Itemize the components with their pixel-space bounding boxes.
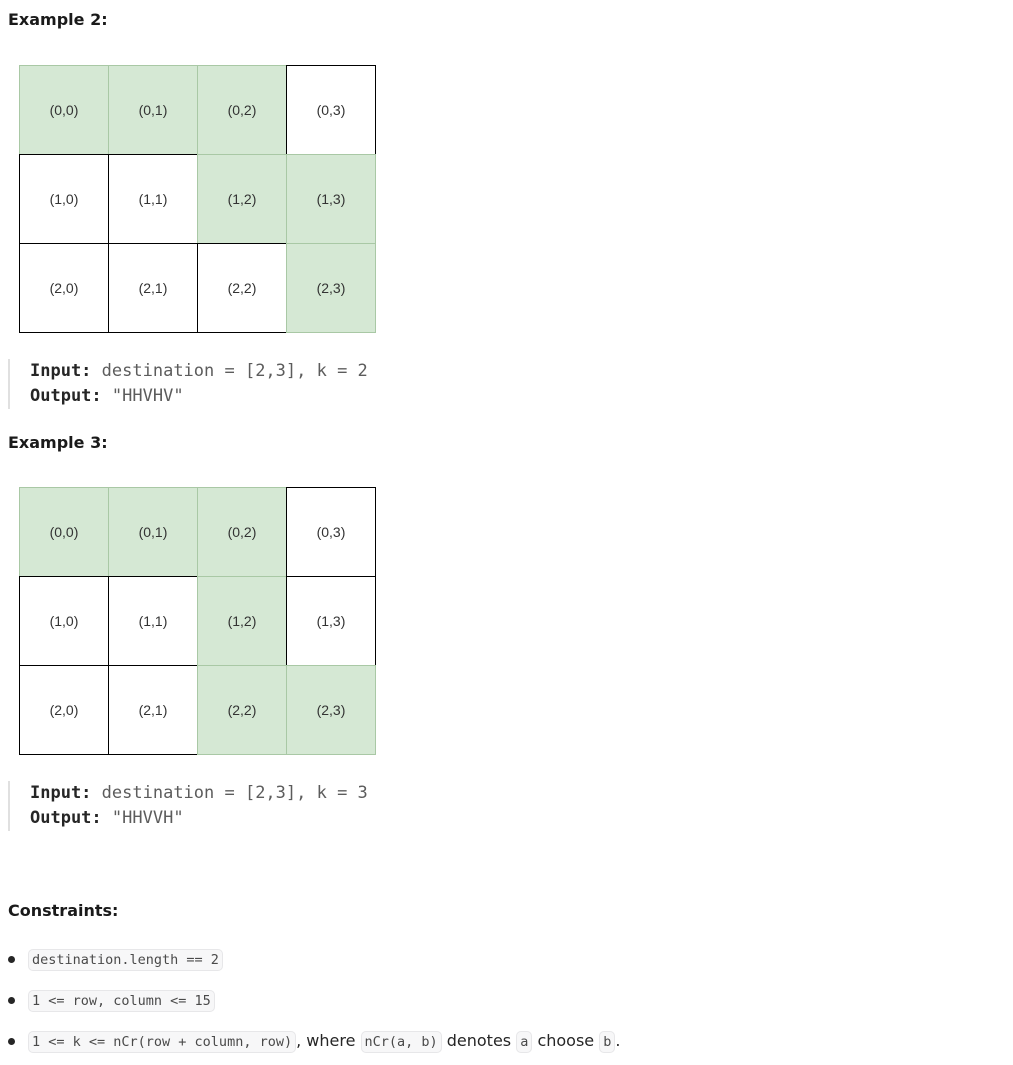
grid-cell-path: (0,1) (108, 65, 198, 155)
grid-cell-path: (2,3) (286, 243, 376, 333)
grid-cell: (2,1) (108, 665, 198, 755)
constraint-text: . (615, 1031, 621, 1050)
grid-cell: (1,0) (19, 154, 109, 244)
constraint-text: denotes (441, 1031, 517, 1050)
grid-cell: (0,3) (286, 65, 376, 155)
example-3-input-line: Input: destination = [2,3], k = 3 (30, 781, 508, 806)
bullet-icon (8, 956, 15, 963)
grid-cell-path: (0,0) (19, 65, 109, 155)
constraint-text: choose (532, 1031, 600, 1050)
constraint-text: , where (296, 1031, 361, 1050)
input-label: Input: (30, 783, 92, 803)
bullet-icon (8, 997, 15, 1004)
example-3-io-block: Input: destination = [2,3], k = 3 Output… (8, 781, 508, 831)
grid-cell: (2,0) (19, 243, 109, 333)
grid-cell-path: (2,2) (197, 665, 287, 755)
constraint-code: destination.length == 2 (28, 949, 223, 971)
grid-cell: (2,0) (19, 665, 109, 755)
example-2-output-line: Output: "HHVHV" (30, 384, 508, 409)
example-2-heading: Example 2: (8, 10, 108, 29)
example-3-grid: (0,0) (0,1) (0,2) (0,3) (1,0) (1,1) (1,2) (1,3)… (19, 487, 376, 755)
grid-cell: (0,3) (286, 487, 376, 577)
bullet-icon (8, 1038, 15, 1045)
grid-cell: (1,0) (19, 576, 109, 666)
constraint-code: 1 <= row, column <= 15 (28, 990, 215, 1012)
output-value: "HHVVH" (111, 808, 184, 828)
example-3-output-line: Output: "HHVVH" (30, 806, 508, 831)
grid-cell: (1,1) (108, 576, 198, 666)
grid-cell: (1,3) (286, 576, 376, 666)
grid-cell-path: (0,0) (19, 487, 109, 577)
grid-cell: (2,2) (197, 243, 287, 333)
example-2-grid: (0,0) (0,1) (0,2) (0,3) (1,0) (1,1) (1,2) (1,3)… (19, 65, 376, 333)
grid-cell-path: (1,2) (197, 576, 287, 666)
grid-cell-path: (0,1) (108, 487, 198, 577)
constraint-code: 1 <= k <= nCr(row + column, row) (28, 1031, 297, 1053)
output-label: Output: (30, 808, 102, 828)
grid-cell-path: (1,2) (197, 154, 287, 244)
input-label: Input: (30, 361, 92, 381)
input-value: destination = [2,3], k = 3 (101, 783, 368, 803)
constraint-code-ncr: nCr(a, b) (360, 1031, 442, 1053)
constraint-code-b: b (599, 1031, 616, 1053)
grid-cell-path: (0,2) (197, 65, 287, 155)
grid-cell-path: (0,2) (197, 487, 287, 577)
example-3-heading: Example 3: (8, 433, 108, 452)
example-2-io-block: Input: destination = [2,3], k = 2 Output… (8, 359, 508, 409)
grid-cell-path: (1,3) (286, 154, 376, 244)
output-value: "HHVHV" (111, 386, 184, 406)
grid-cell: (2,1) (108, 243, 198, 333)
grid-cell: (1,1) (108, 154, 198, 244)
constraints-heading: Constraints: (8, 901, 119, 920)
input-value: destination = [2,3], k = 2 (101, 361, 368, 381)
constraint-code-a: a (516, 1031, 533, 1053)
example-2-input-line: Input: destination = [2,3], k = 2 (30, 359, 508, 384)
output-label: Output: (30, 386, 102, 406)
grid-cell-path: (2,3) (286, 665, 376, 755)
